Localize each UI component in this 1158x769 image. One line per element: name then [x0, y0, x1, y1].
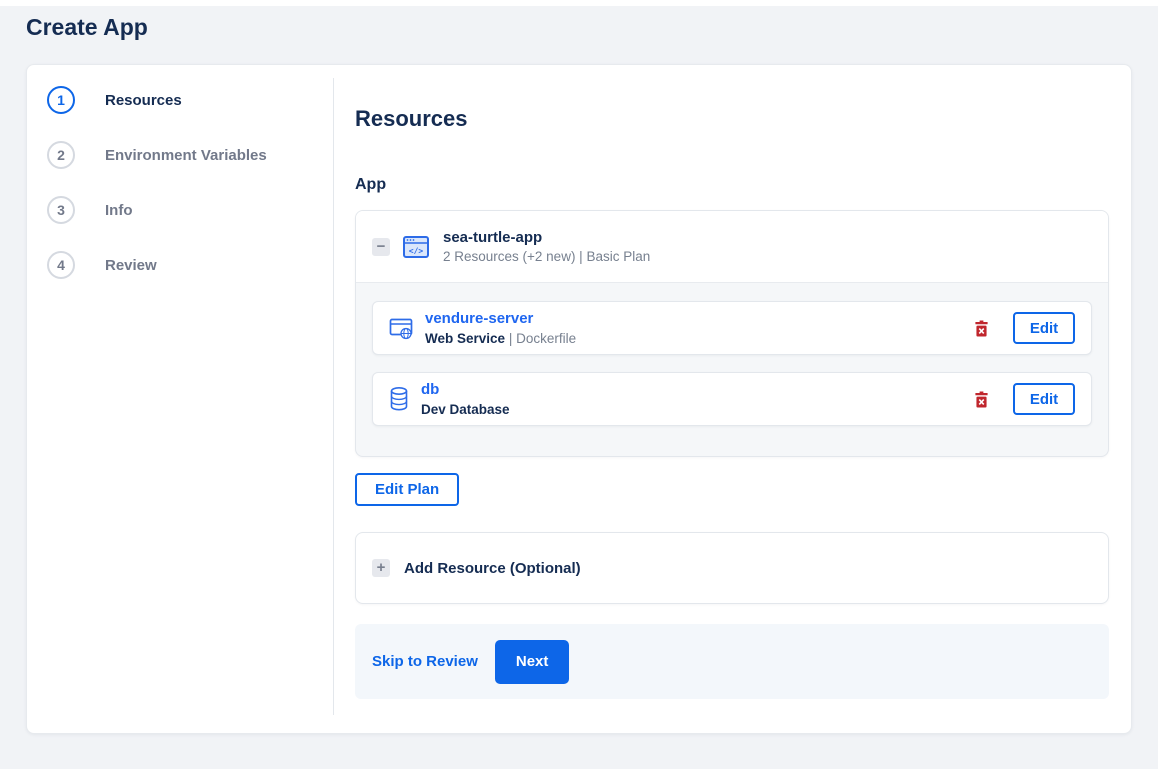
edit-plan-button[interactable]: Edit Plan	[355, 473, 460, 506]
resource-name-link[interactable]: db	[421, 381, 439, 398]
resource-detail: | Dockerfile	[508, 331, 577, 346]
resource-name-link[interactable]: vendure-server	[425, 310, 533, 327]
resource-list: vendure-server Web Service | Dockerfile	[356, 283, 1108, 456]
resources-step-content: Resources App − </> sea-turtle-app 2 Res…	[334, 65, 1131, 733]
step-label: Review	[105, 256, 157, 274]
app-group-titles: sea-turtle-app 2 Resources (+2 new) | Ba…	[443, 229, 650, 264]
resource-type: Web Service	[425, 331, 506, 346]
resource-type: Dev Database	[421, 402, 510, 417]
resource-text: vendure-server Web Service | Dockerfile	[425, 310, 576, 346]
add-resource-label: Add Resource (Optional)	[404, 559, 581, 577]
plus-icon[interactable]: +	[372, 559, 390, 577]
step-environment-variables[interactable]: 2 Environment Variables	[47, 141, 334, 169]
collapse-button[interactable]: −	[372, 237, 390, 256]
skip-to-review-link[interactable]: Skip to Review	[372, 653, 478, 670]
step-label: Info	[105, 201, 133, 219]
resource-subtitle: Web Service | Dockerfile	[425, 331, 576, 346]
database-icon	[389, 386, 409, 412]
app-name: sea-turtle-app	[443, 229, 543, 246]
wizard-footer: Skip to Review Next	[355, 624, 1109, 699]
app-section-label: App	[355, 176, 387, 193]
page-title: Create App	[26, 14, 148, 40]
edit-resource-button[interactable]: Edit	[1013, 312, 1075, 344]
app-summary: 2 Resources (+2 new) | Basic Plan	[443, 249, 651, 264]
resource-row-web-service: vendure-server Web Service | Dockerfile	[372, 301, 1092, 355]
step-resources[interactable]: 1 Resources	[47, 86, 334, 114]
app-group-header: − </> sea-turtle-app 2 Resources (+2 new…	[356, 211, 1108, 283]
step-info[interactable]: 3 Info	[47, 196, 334, 224]
step-number-badge: 2	[47, 141, 75, 169]
resource-text: db Dev Database	[421, 381, 510, 417]
edit-resource-button[interactable]: Edit	[1013, 383, 1075, 415]
delete-resource-icon[interactable]	[974, 320, 989, 337]
step-review[interactable]: 4 Review	[47, 251, 334, 279]
add-resource-section[interactable]: + Add Resource (Optional)	[355, 532, 1109, 604]
app-window-code-icon: </>	[402, 233, 430, 261]
step-label: Environment Variables	[105, 146, 267, 164]
step-number-badge: 1	[47, 86, 75, 114]
step-number-badge: 3	[47, 196, 75, 224]
create-app-panel: 1 Resources 2 Environment Variables 3 In…	[26, 64, 1132, 734]
web-service-icon	[389, 316, 413, 340]
delete-resource-icon[interactable]	[974, 391, 989, 408]
step-number-badge: 4	[47, 251, 75, 279]
next-button[interactable]: Next	[494, 639, 570, 684]
app-group-card: − </> sea-turtle-app 2 Resources (+2 new…	[355, 210, 1109, 457]
steps-sidebar: 1 Resources 2 Environment Variables 3 In…	[27, 65, 334, 733]
resource-subtitle: Dev Database	[421, 402, 510, 417]
svg-text:</>: </>	[409, 246, 424, 255]
step-label: Resources	[105, 91, 182, 109]
content-heading: Resources	[355, 106, 468, 131]
resource-row-database: db Dev Database Edit	[372, 372, 1092, 426]
top-bar	[0, 0, 1158, 6]
